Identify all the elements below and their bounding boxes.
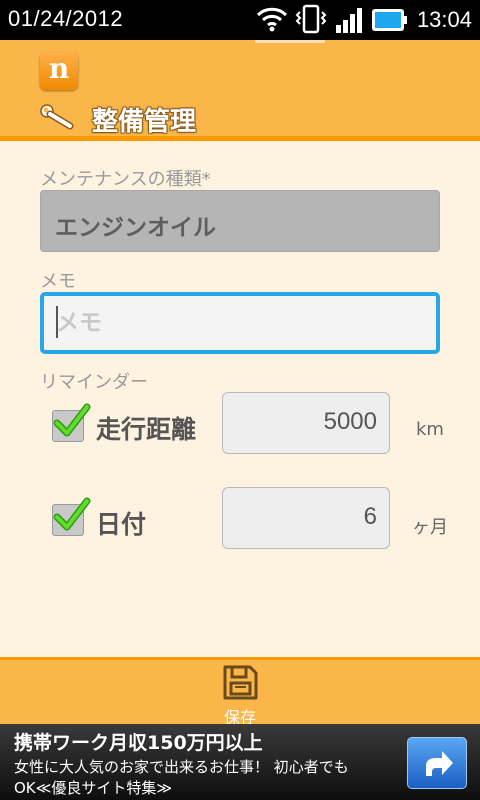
save-icon (223, 665, 258, 700)
app-logo[interactable]: n (40, 52, 78, 90)
signal-icon (336, 8, 362, 33)
date-input[interactable]: 6 (222, 487, 390, 549)
status-time: 13:04 (416, 7, 472, 32)
mileage-unit: km (416, 419, 444, 440)
battery-icon (372, 9, 407, 31)
memo-input[interactable] (54, 306, 428, 340)
text-cursor (56, 306, 58, 338)
ad-share-button[interactable] (407, 737, 467, 789)
wrench-icon (40, 104, 74, 130)
date-value: 6 (363, 503, 377, 530)
mileage-input[interactable]: 5000 (222, 392, 390, 454)
date-unit: ヶ月 (412, 517, 448, 538)
status-date: 01/24/2012 (8, 6, 124, 31)
mileage-label: 走行距離 (96, 415, 197, 444)
maintenance-type-label: メンテナンスの種類* (40, 169, 211, 190)
status-bar: 01/24/2012 13:04 (0, 0, 480, 40)
ad-headline: 携帯ワーク月収150万円以上 (14, 732, 263, 754)
page-title: 整備管理 (92, 107, 197, 137)
memo-label: メモ (40, 271, 76, 292)
date-label: 日付 (96, 510, 147, 539)
scroll-indicator (255, 40, 325, 43)
checkmark-icon (53, 403, 91, 437)
maintenance-type-value: エンジンオイル (55, 215, 216, 241)
reminder-label: リマインダー (40, 372, 148, 393)
ad-text-line2: OK≪優良サイト特集≫ (14, 779, 173, 797)
checkmark-icon (53, 497, 91, 531)
mileage-value: 5000 (323, 408, 377, 435)
wifi-icon (256, 7, 288, 32)
maintenance-type-select[interactable]: エンジンオイル (40, 190, 440, 252)
memo-field[interactable] (40, 292, 440, 354)
date-checkbox[interactable] (52, 497, 91, 536)
save-button[interactable]: 保存 (200, 660, 280, 727)
ad-text-line1: 女性に大人気のお家で出来るお仕事！ 初心者でも (14, 758, 349, 776)
mileage-checkbox[interactable] (52, 403, 91, 442)
vibrate-icon (295, 4, 327, 34)
forward-arrow-icon (426, 751, 453, 776)
